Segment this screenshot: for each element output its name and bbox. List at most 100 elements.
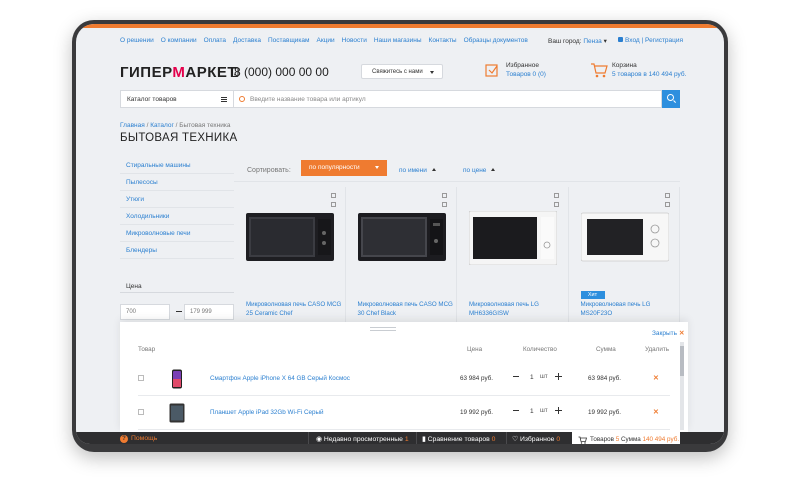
search-box — [234, 90, 662, 108]
product-name[interactable]: Микроволновая печь CASO MCG 30 Chef Blac… — [358, 301, 456, 318]
city-selector[interactable]: Ваш город: Пенза ▾ — [548, 37, 607, 45]
favorites-count[interactable]: Товаров 0 (0) — [506, 71, 546, 78]
compare-icon[interactable] — [665, 193, 670, 198]
panel-scrollbar[interactable] — [680, 342, 684, 430]
qty-value[interactable]: 1 — [530, 408, 534, 415]
bookmark-icon[interactable] — [442, 202, 447, 207]
sidebar-item-fridges[interactable]: Холодильники — [120, 208, 234, 225]
product-card[interactable]: Микроволновая печь LG MH6336GISW — [457, 187, 569, 327]
price-from-input[interactable]: 700 — [120, 304, 170, 320]
recently-viewed-count: 1 — [404, 436, 409, 443]
compare-count: 0 — [491, 436, 496, 443]
sort-label: Сортировать: — [247, 167, 291, 174]
row-checkbox[interactable] — [138, 409, 144, 415]
compare-button[interactable]: ▮ Сравнение товаров 0 — [422, 435, 495, 443]
nav-link-suppliers[interactable]: Поставщикам — [268, 37, 310, 44]
column-header-price: Цена — [467, 346, 483, 353]
qty-unit: шт — [540, 374, 548, 380]
breadcrumb-catalog[interactable]: Каталог — [150, 122, 174, 129]
favorites-bottom-button[interactable]: ♡ Избранное 0 — [512, 435, 560, 443]
compare-icon[interactable] — [330, 193, 336, 198]
favorites-title[interactable]: Избранное — [506, 62, 539, 69]
column-header-product: Товар — [138, 346, 156, 353]
product-image-microwave[interactable] — [357, 211, 446, 265]
browser-viewport: О решении О компании Оплата Доставка Пос… — [76, 24, 724, 444]
sidebar-item-vacuums[interactable]: Пылесосы — [120, 174, 234, 191]
favorites-icon[interactable] — [484, 62, 500, 78]
delete-row-icon[interactable]: ✕ — [653, 408, 659, 416]
breadcrumb-home[interactable]: Главная — [120, 122, 145, 129]
sidebar-item-irons[interactable]: Утюги — [120, 191, 234, 208]
product-card[interactable]: Микроволновая печь CASO MCG 25 Ceramic C… — [234, 187, 346, 327]
bottom-separator — [308, 432, 309, 444]
breadcrumb-separator: / — [175, 122, 178, 129]
bookmark-icon[interactable] — [553, 202, 559, 207]
catalog-menu-button[interactable]: Каталог товаров — [120, 90, 234, 108]
help-button[interactable]: ? Помощь — [120, 435, 157, 443]
sort-by-price-button[interactable]: по цене — [463, 167, 496, 174]
nav-link-news[interactable]: Новости — [342, 37, 367, 44]
nav-link-payment[interactable]: Оплата — [204, 37, 226, 44]
product-thumbnail-tablet[interactable] — [169, 403, 185, 423]
top-navigation: О решении О компании Оплата Доставка Пос… — [120, 37, 535, 44]
price-to-input[interactable]: 179 999 — [184, 304, 234, 320]
nav-link-about-company[interactable]: О компании — [161, 37, 197, 44]
search-submit-button[interactable] — [662, 90, 680, 108]
sidebar-item-washing-machines[interactable]: Стиральные машины — [120, 157, 234, 174]
city-value[interactable]: Пенза — [583, 38, 601, 45]
nav-link-documents[interactable]: Образцы документов — [464, 37, 528, 44]
cart-summary[interactable]: 5 товаров в 140 494 руб. — [612, 71, 686, 78]
quantity-stepper: 1 шт — [509, 404, 567, 420]
increase-qty-button[interactable] — [555, 407, 562, 414]
search-input[interactable] — [250, 94, 630, 105]
login-link[interactable]: Вход — [625, 37, 640, 44]
recently-viewed-button[interactable]: ◉ Недавно просмотренные 1 — [316, 435, 409, 443]
qty-value[interactable]: 1 — [530, 374, 534, 381]
contact-us-label: Свяжитесь с нами — [372, 69, 423, 75]
contact-us-button[interactable]: Свяжитесь с нами — [361, 64, 443, 79]
sort-by-name-button[interactable]: по имени — [399, 167, 436, 174]
site-logo[interactable]: ГИПЕРМАРКЕТ — [120, 64, 237, 81]
sidebar-item-microwaves[interactable]: Микроволновые печи — [120, 225, 234, 242]
product-name[interactable]: Микроволновая печь LG MH6336GISW — [469, 301, 567, 318]
close-label: Закрыть — [652, 330, 678, 337]
cart-bottom-button[interactable]: Товаров 5 Сумма 140 494 руб. — [572, 432, 680, 444]
cart-title[interactable]: Корзина — [612, 62, 637, 69]
increase-qty-button[interactable] — [555, 373, 562, 380]
product-name[interactable]: Микроволновая печь LG MS20F23O — [581, 301, 679, 318]
product-image-microwave[interactable] — [246, 211, 334, 265]
product-card[interactable]: Микроволновая печь CASO MCG 30 Chef Blac… — [346, 187, 457, 327]
nav-link-stores[interactable]: Наши магазины — [374, 37, 422, 44]
cart-product-name[interactable]: Планшет Apple iPad 32Gb Wi-Fi Серый — [210, 409, 324, 416]
phone-number[interactable]: 8 (000) 000 00 00 — [234, 65, 329, 79]
decrease-qty-button[interactable] — [513, 376, 519, 377]
close-panel-button[interactable]: Закрыть ✕ — [652, 329, 685, 337]
decrease-qty-button[interactable] — [513, 410, 519, 411]
product-card[interactable]: Хит Микроволновая печь LG MS20F23O — [569, 187, 680, 327]
nav-link-promotions[interactable]: Акции — [317, 37, 335, 44]
nav-link-delivery[interactable]: Доставка — [233, 37, 261, 44]
sidebar-item-blenders[interactable]: Блендеры — [120, 242, 234, 259]
cart-icon[interactable] — [590, 62, 608, 78]
eye-icon: ◉ — [316, 436, 322, 443]
cart-items-count: 5 — [615, 436, 620, 443]
scrollbar-thumb[interactable] — [680, 346, 684, 376]
cart-product-name[interactable]: Смартфон Apple iPhone X 64 GB Серый Косм… — [210, 375, 350, 382]
nav-link-contacts[interactable]: Контакты — [429, 37, 457, 44]
nav-link-about-solution[interactable]: О решении — [120, 37, 154, 44]
product-name[interactable]: Микроволновая печь CASO MCG 25 Ceramic C… — [246, 301, 344, 318]
delete-row-icon[interactable]: ✕ — [653, 374, 659, 382]
product-image-microwave[interactable] — [469, 211, 557, 265]
price-filter-header[interactable]: Цена — [120, 279, 234, 293]
compare-icon[interactable] — [442, 193, 447, 198]
cart-row-sum: 63 984 руб. — [588, 375, 622, 382]
sort-by-popularity-button[interactable]: по популярности — [301, 160, 387, 176]
row-checkbox[interactable] — [138, 375, 144, 381]
panel-drag-handle[interactable] — [370, 327, 396, 331]
bookmark-icon[interactable] — [665, 202, 670, 207]
bookmark-icon[interactable] — [330, 202, 336, 207]
compare-icon[interactable] — [553, 193, 559, 198]
register-link[interactable]: Регистрация — [645, 37, 683, 44]
product-image-microwave[interactable] — [580, 211, 669, 265]
product-thumbnail-phone[interactable] — [171, 369, 183, 389]
